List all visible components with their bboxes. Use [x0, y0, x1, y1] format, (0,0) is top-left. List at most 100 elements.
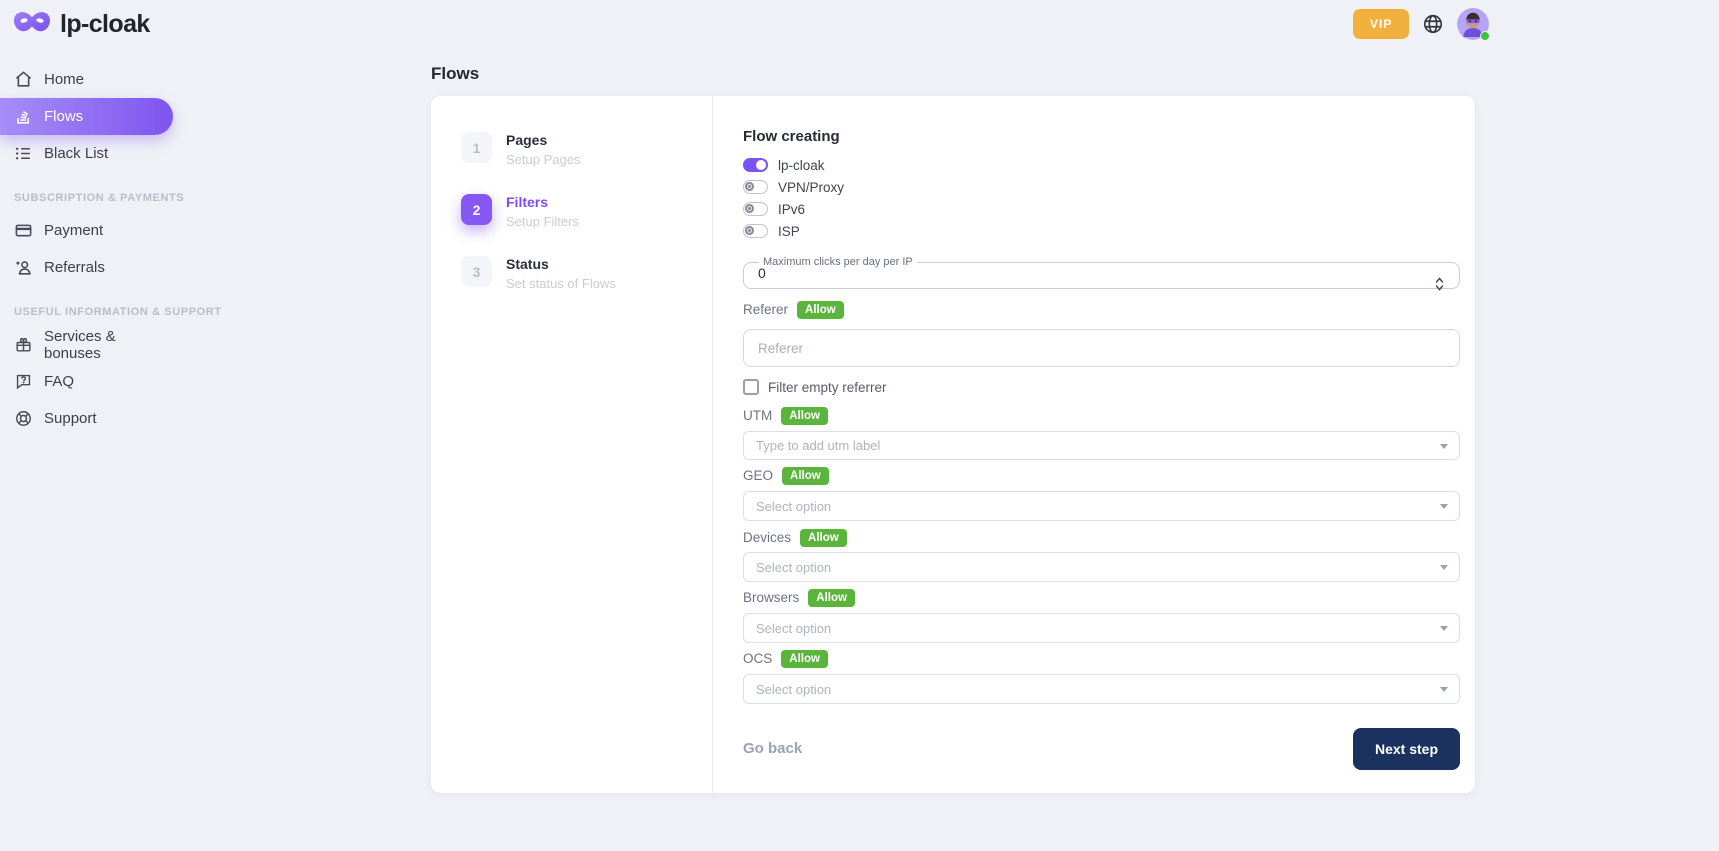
utm-label-row: UTM Allow: [743, 409, 1460, 423]
isp-toggle-off[interactable]: [743, 224, 768, 238]
mask-logo-icon: [13, 10, 51, 39]
toggle-row-isp[interactable]: ISP: [743, 220, 1460, 242]
geo-select[interactable]: Select option: [743, 491, 1460, 521]
sidebar-item-label: Support: [44, 410, 97, 427]
referer-label-row: Referer Allow: [743, 303, 1460, 317]
vip-button[interactable]: VIP: [1353, 9, 1409, 39]
toggle-label: VPN/Proxy: [778, 180, 844, 195]
geo-label: GEO: [743, 469, 773, 483]
step-subtitle: Setup Pages: [506, 152, 580, 167]
sidebar-item-faq[interactable]: FAQ: [0, 363, 173, 400]
toggle-label: ISP: [778, 224, 800, 239]
sidebar-item-label: Referrals: [44, 259, 105, 276]
browsers-label-row: Browsers Allow: [743, 591, 1460, 605]
flow-creating-form: Flow creating lp-cloak VPN/Proxy IPv6 IS…: [713, 96, 1475, 793]
max-clicks-value: 0: [758, 266, 1445, 280]
select-placeholder: Select option: [756, 499, 831, 514]
form-title: Flow creating: [743, 130, 1460, 144]
brand-name: lp-cloak: [60, 10, 150, 39]
step-number: 1: [461, 132, 492, 163]
sidebar-section-subscription: SUBSCRIPTION & PAYMENTS: [0, 192, 200, 204]
ocs-label: OCS: [743, 652, 772, 666]
browsers-label: Browsers: [743, 591, 799, 605]
select-placeholder: Select option: [756, 682, 831, 697]
online-status-dot: [1480, 31, 1490, 41]
ocs-label-row: OCS Allow: [743, 652, 1460, 666]
next-step-button[interactable]: Next step: [1353, 728, 1460, 770]
ipv6-toggle-off[interactable]: [743, 202, 768, 216]
ocs-select[interactable]: Select option: [743, 674, 1460, 704]
credit-card-icon: [14, 221, 33, 240]
sidebar-item-payment[interactable]: Payment: [0, 212, 173, 249]
devices-label-row: Devices Allow: [743, 531, 1460, 545]
home-icon: [14, 70, 33, 89]
flows-icon: [14, 107, 33, 126]
faq-icon: [14, 372, 33, 391]
checkbox-label: Filter empty referrer: [768, 380, 887, 395]
lp-cloak-toggle-on[interactable]: [743, 158, 768, 172]
browsers-select[interactable]: Select option: [743, 613, 1460, 643]
sidebar-item-label: Flows: [44, 108, 83, 125]
topbar-right: VIP: [1353, 8, 1489, 40]
sidebar-item-label: Black List: [44, 145, 108, 162]
select-placeholder: Select option: [756, 621, 831, 636]
geo-label-row: GEO Allow: [743, 469, 1460, 483]
geo-allow-badge[interactable]: Allow: [782, 467, 829, 485]
sidebar-section-title: SUBSCRIPTION & PAYMENTS: [14, 192, 184, 204]
utm-allow-badge[interactable]: Allow: [781, 407, 828, 425]
sidebar: Home Flows Black List SUBSCRIPTION & PAY…: [0, 61, 200, 437]
devices-select[interactable]: Select option: [743, 552, 1460, 582]
referer-input[interactable]: [743, 329, 1460, 367]
vpn-proxy-toggle-off[interactable]: [743, 180, 768, 194]
user-avatar[interactable]: [1457, 8, 1489, 40]
sidebar-item-black-list[interactable]: Black List: [0, 135, 173, 172]
brand-logo[interactable]: lp-cloak: [13, 10, 150, 39]
ocs-allow-badge[interactable]: Allow: [781, 650, 828, 668]
step-pages[interactable]: 1 Pages Setup Pages: [461, 132, 712, 167]
sidebar-item-services-bonuses[interactable]: Services & bonuses: [0, 326, 173, 363]
toggle-row-vpn-proxy[interactable]: VPN/Proxy: [743, 176, 1460, 198]
toggle-row-ipv6[interactable]: IPv6: [743, 198, 1460, 220]
max-clicks-field[interactable]: Maximum clicks per day per IP 0: [743, 256, 1460, 289]
page-title: Flows: [431, 64, 479, 84]
step-title: Pages: [506, 133, 580, 148]
person-add-icon: [14, 258, 33, 277]
devices-allow-badge[interactable]: Allow: [800, 529, 847, 547]
utm-input[interactable]: [743, 431, 1460, 460]
step-number: 2: [461, 194, 492, 225]
toggle-label: IPv6: [778, 202, 805, 217]
gift-icon: [14, 335, 33, 354]
filter-empty-referrer-row[interactable]: Filter empty referrer: [743, 379, 1460, 395]
step-title: Filters: [506, 195, 579, 210]
sidebar-section-title: USEFUL INFORMATION & SUPPORT: [14, 306, 222, 318]
filter-empty-referrer-checkbox[interactable]: [743, 379, 759, 395]
sidebar-item-flows[interactable]: Flows: [0, 98, 173, 135]
toggle-group: lp-cloak VPN/Proxy IPv6 ISP: [743, 154, 1460, 242]
utm-label: UTM: [743, 409, 772, 423]
sidebar-item-referrals[interactable]: Referrals: [0, 249, 173, 286]
step-filters[interactable]: 2 Filters Setup Filters: [461, 194, 712, 229]
devices-label: Devices: [743, 531, 791, 545]
flow-card: 1 Pages Setup Pages 2 Filters Setup Filt…: [431, 96, 1475, 793]
step-subtitle: Set status of Flows: [506, 276, 616, 291]
sidebar-item-support[interactable]: Support: [0, 400, 173, 437]
globe-icon[interactable]: [1422, 13, 1444, 35]
steps-panel: 1 Pages Setup Pages 2 Filters Setup Filt…: [431, 96, 713, 793]
sidebar-item-label: Payment: [44, 222, 103, 239]
form-actions: Go back Next step: [743, 728, 1460, 769]
go-back-button[interactable]: Go back: [743, 740, 802, 757]
referer-allow-badge[interactable]: Allow: [797, 301, 844, 319]
toggle-label: lp-cloak: [778, 158, 825, 173]
browsers-allow-badge[interactable]: Allow: [808, 589, 855, 607]
step-status[interactable]: 3 Status Set status of Flows: [461, 256, 712, 291]
toggle-row-lp-cloak[interactable]: lp-cloak: [743, 154, 1460, 176]
step-number: 3: [461, 256, 492, 287]
referer-label: Referer: [743, 303, 788, 317]
black-list-icon: [14, 144, 33, 163]
sidebar-item-label: FAQ: [44, 373, 74, 390]
sidebar-item-home[interactable]: Home: [0, 61, 173, 98]
step-subtitle: Setup Filters: [506, 214, 579, 229]
number-stepper-icon[interactable]: [1434, 276, 1446, 293]
select-placeholder: Select option: [756, 560, 831, 575]
sidebar-section-support: USEFUL INFORMATION & SUPPORT: [0, 306, 200, 318]
